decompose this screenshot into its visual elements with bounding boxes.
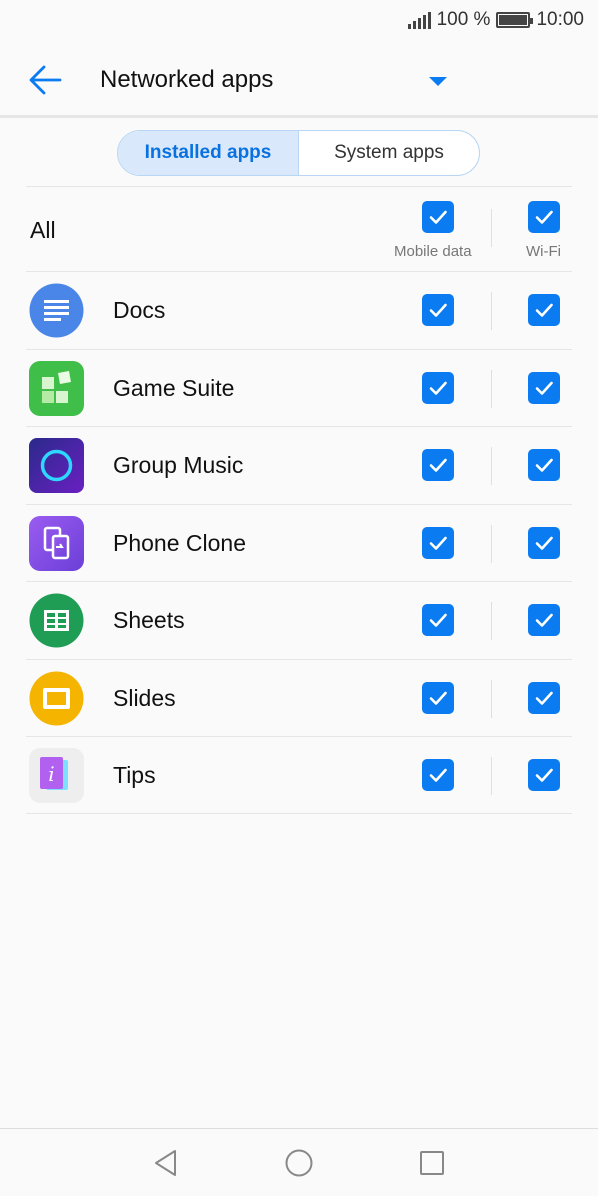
all-wifi-checkbox[interactable]	[528, 201, 560, 233]
svg-text:i: i	[48, 762, 54, 786]
list-item: Slides	[26, 658, 572, 737]
group-music-icon	[29, 438, 84, 493]
docs-mobile-data-checkbox[interactable]	[422, 294, 454, 326]
list-item: Game Suite	[26, 348, 572, 427]
list-item: Docs	[26, 271, 572, 349]
tips-mobile-data-checkbox[interactable]	[422, 759, 454, 791]
checkmark-icon	[535, 613, 553, 627]
app-name: Group Music	[113, 452, 244, 478]
checkmark-icon	[535, 210, 553, 224]
docs-wifi-checkbox[interactable]	[528, 294, 560, 326]
docs-icon	[29, 283, 84, 338]
column-divider	[491, 679, 492, 718]
navigation-bar	[0, 1128, 598, 1196]
checkmark-icon	[535, 768, 553, 782]
battery-icon	[496, 12, 534, 28]
app-name: Slides	[113, 684, 176, 711]
app-list: All Mobile data Wi-Fi Docs Game Suite Gr…	[26, 186, 572, 814]
recents-nav-button[interactable]	[416, 1147, 448, 1179]
phone-clone-icon	[29, 515, 84, 571]
triangle-back-icon	[155, 1150, 176, 1176]
checkmark-icon	[429, 381, 447, 395]
page-title: Networked apps	[100, 66, 274, 93]
list-item: Group Music	[26, 426, 572, 504]
checkmark-icon	[535, 458, 553, 472]
checkmark-icon	[535, 381, 553, 395]
all-row: All Mobile data Wi-Fi	[26, 186, 572, 271]
sheets-icon	[29, 593, 84, 648]
slides-mobile-data-checkbox[interactable]	[422, 681, 454, 714]
tab-system-apps[interactable]: System apps	[299, 131, 479, 175]
game-suite-mobile-data-checkbox[interactable]	[422, 371, 454, 404]
mobile-data-column-label: Mobile data	[394, 243, 472, 260]
checkmark-icon	[429, 613, 447, 627]
tab-installed-apps[interactable]: Installed apps	[118, 131, 299, 175]
checkmark-icon	[429, 536, 447, 550]
column-divider	[491, 447, 492, 485]
game-suite-icon	[29, 360, 84, 416]
caret-down-icon	[429, 77, 447, 86]
tips-icon: i	[29, 748, 84, 803]
checkmark-icon	[429, 768, 447, 782]
square-recents-icon	[420, 1151, 444, 1175]
signal-icon	[407, 11, 431, 29]
back-nav-button[interactable]	[150, 1147, 182, 1179]
status-indicators: 100 % 10:00	[407, 9, 584, 31]
list-item: i Tips	[26, 736, 572, 814]
sheets-mobile-data-checkbox[interactable]	[422, 604, 454, 636]
checkmark-icon	[535, 303, 553, 317]
slides-icon	[29, 671, 84, 725]
tips-wifi-checkbox[interactable]	[528, 759, 560, 791]
arrow-left-icon	[29, 65, 62, 95]
home-nav-button[interactable]	[283, 1147, 315, 1179]
app-bar: Networked apps	[0, 40, 598, 118]
all-label: All	[30, 217, 56, 243]
list-item: Phone Clone	[26, 503, 572, 582]
filter-dropdown-button[interactable]	[427, 74, 449, 88]
app-type-tabs: Installed apps System apps	[117, 130, 480, 176]
app-name: Sheets	[113, 607, 185, 633]
group-music-wifi-checkbox[interactable]	[528, 449, 560, 481]
checkmark-icon	[429, 458, 447, 472]
slides-wifi-checkbox[interactable]	[528, 681, 560, 714]
list-item: Sheets	[26, 581, 572, 659]
all-mobile-data-checkbox[interactable]	[422, 201, 454, 233]
app-name: Phone Clone	[113, 529, 246, 556]
column-divider	[491, 209, 492, 247]
column-divider	[491, 369, 492, 408]
back-button[interactable]	[26, 62, 66, 98]
column-divider	[491, 757, 492, 795]
checkmark-icon	[429, 210, 447, 224]
phone-clone-wifi-checkbox[interactable]	[528, 526, 560, 559]
checkmark-icon	[429, 303, 447, 317]
circle-home-icon	[285, 1149, 313, 1177]
group-music-mobile-data-checkbox[interactable]	[422, 449, 454, 481]
column-divider	[491, 602, 492, 640]
wifi-column-label: Wi-Fi	[526, 243, 561, 260]
battery-percent: 100 %	[436, 9, 491, 30]
column-divider	[491, 524, 492, 563]
sheets-wifi-checkbox[interactable]	[528, 604, 560, 636]
app-name: Game Suite	[113, 374, 235, 401]
column-divider	[491, 292, 492, 330]
app-name: Docs	[113, 297, 166, 323]
checkmark-icon	[535, 691, 553, 705]
clock: 10:00	[536, 9, 584, 30]
phone-clone-mobile-data-checkbox[interactable]	[422, 526, 454, 559]
game-suite-wifi-checkbox[interactable]	[528, 371, 560, 404]
checkmark-icon	[535, 536, 553, 550]
app-name: Tips	[113, 762, 156, 788]
status-bar: 100 % 10:00	[0, 0, 598, 40]
checkmark-icon	[429, 691, 447, 705]
